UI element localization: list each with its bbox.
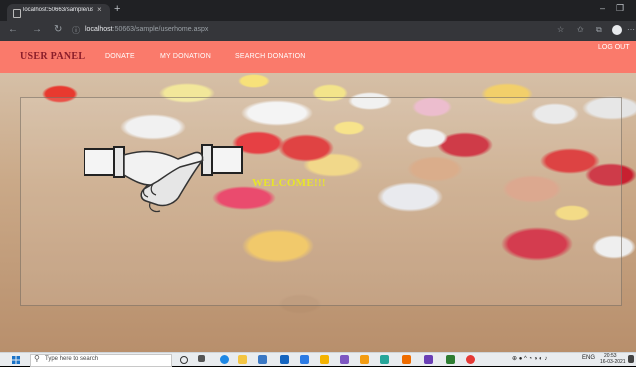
mail-icon[interactable] [280,355,289,364]
url-text: localhost:50663/sample/userhome.aspx [85,26,208,33]
top-nav-bar: USER PANEL DONATE MY DONATION SEARCH DON… [0,41,636,73]
search-icon: ⚲ [34,354,40,363]
browser-tab-strip: localhost:50663/sample/userho × + – ❐ [0,0,636,21]
tab-close-icon[interactable]: × [97,5,102,14]
back-icon[interactable]: ← [8,24,18,35]
edge-icon[interactable] [220,355,229,364]
store-icon[interactable] [258,355,267,364]
page-background: USER PANEL DONATE MY DONATION SEARCH DON… [0,41,636,352]
profile-avatar[interactable] [612,25,622,35]
nav-donate-link[interactable]: DONATE [105,53,135,60]
tray-language[interactable]: ENG [582,355,595,361]
url-host: localhost [85,26,113,33]
search-placeholder: Type here to search [45,356,99,362]
logout-link[interactable]: LOG OUT [598,44,630,51]
notification-icon[interactable] [628,355,634,363]
file-explorer-icon[interactable] [238,355,247,364]
visual-studio-icon[interactable] [424,355,433,364]
task-view-icon[interactable] [198,355,205,362]
nav-my-donation-link[interactable]: MY DONATION [160,53,211,60]
browser-toolbar: ← → ↻ ⓘ localhost:50663/sample/userhome.… [0,21,636,41]
handshake-image [84,144,243,213]
tray-icons[interactable]: ⊕ ● ^ ◔ ◑ ◐ ♪ [512,355,547,362]
page-icon [13,9,21,18]
app-icon-9[interactable] [360,355,369,364]
app-icon-10[interactable] [380,355,389,364]
reload-icon[interactable]: ↻ [54,24,62,35]
browser-tab[interactable]: localhost:50663/sample/userho × [7,4,110,21]
nav-search-donation-link[interactable]: SEARCH DONATION [235,53,306,60]
bookmark-star-icon[interactable]: ☆ [557,25,564,34]
app-icon-8[interactable] [340,355,349,364]
new-tab-icon[interactable]: + [114,3,120,15]
app-icon-13[interactable] [446,355,455,364]
brand-title: USER PANEL [20,51,86,62]
restore-icon[interactable]: ❐ [616,3,624,14]
welcome-message: WELCOME!!! [252,177,326,189]
address-bar[interactable]: localhost:50663/sample/userhome.aspx [85,24,545,38]
collections-icon[interactable]: ⧉ [596,25,602,35]
more-icon[interactable]: ⋯ [627,25,635,34]
minimize-icon[interactable]: – [600,3,605,13]
app-icon-7[interactable] [320,355,329,364]
taskbar-search-box[interactable]: ⚲ Type here to search [30,354,172,367]
tray-date[interactable]: 16-03-2021 [600,359,626,365]
app-icon-11[interactable] [402,355,411,364]
url-path: :50663/sample/userhome.aspx [112,26,209,33]
windows-start-icon[interactable] [12,356,20,364]
chrome-icon[interactable] [466,355,475,364]
tab-title: localhost:50663/sample/userho [23,7,93,13]
windows-taskbar: ⚲ Type here to search ⊕ ● ^ ◔ ◑ ◐ ♪ ENG … [0,352,636,367]
cortana-icon[interactable] [180,356,188,364]
forward-icon[interactable]: → [32,24,42,35]
favorites-icon[interactable]: ✩ [577,25,584,34]
app-icon-6[interactable] [300,355,309,364]
site-info-icon[interactable]: ⓘ [72,25,80,36]
